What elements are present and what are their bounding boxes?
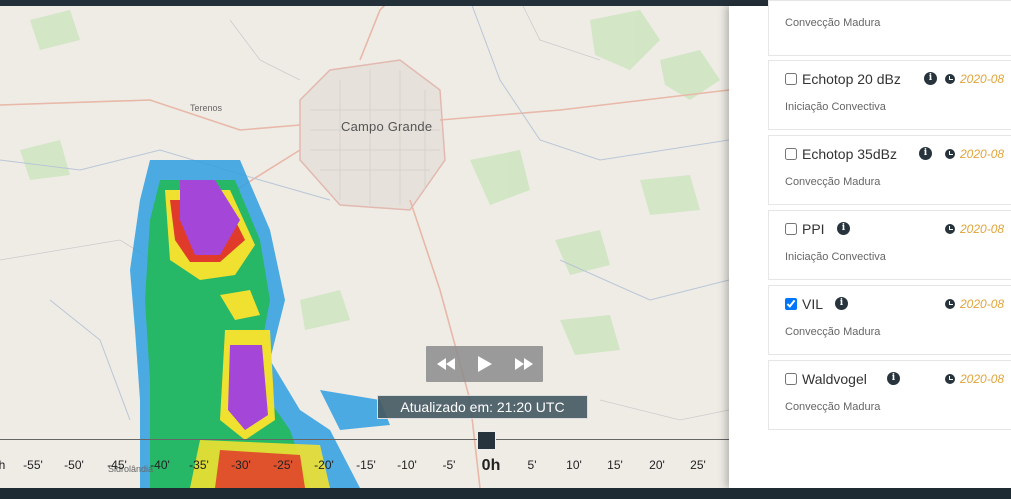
timeline-tick[interactable]: -5' [443, 458, 456, 472]
timeline-tick[interactable]: -50' [64, 458, 84, 472]
timeline-tick[interactable]: 15' [607, 458, 623, 472]
timeline-tick[interactable]: -15' [356, 458, 376, 472]
layer-date: 2020-08 [960, 372, 1005, 386]
timeline-tick[interactable]: 10' [566, 458, 582, 472]
layer-name: Echotop 35dBz [802, 146, 897, 162]
info-icon[interactable]: i [924, 72, 937, 85]
fast-forward-icon[interactable] [511, 353, 537, 375]
layer-date: 2020-08 [960, 72, 1005, 86]
play-icon[interactable] [472, 353, 498, 375]
timeline-tick[interactable]: -30' [231, 458, 251, 472]
timeline-tick[interactable]: -40' [150, 458, 170, 472]
info-icon[interactable]: i [887, 372, 900, 385]
layer-name: Waldvogel [802, 371, 867, 387]
layer-subtitle: Convecção Madura [785, 176, 881, 188]
timeline-tick[interactable]: -45' [107, 458, 127, 472]
timeline-tick[interactable]: -35' [189, 458, 209, 472]
layer-name: Echotop 20 dBz [802, 71, 901, 87]
layer-subtitle: Convecção Madura [785, 401, 881, 413]
layer-date: 2020-08 [960, 147, 1005, 161]
clock-icon [945, 74, 955, 84]
rewind-icon[interactable] [433, 353, 459, 375]
layers-panel: Convecção Madura Echotop 20 dBz i 2020-0… [729, 0, 1011, 488]
layer-checkbox[interactable] [785, 298, 797, 310]
bottom-bar [0, 488, 1011, 499]
layer-checkbox[interactable] [785, 148, 797, 160]
timeline-tick[interactable]: -10' [397, 458, 417, 472]
timeline-tick[interactable]: -55' [23, 458, 43, 472]
layer-card-ppi: PPI i 2020-08 Iniciação Convectiva [768, 210, 1011, 280]
timeline-tick[interactable]: 20' [649, 458, 665, 472]
map-basemap [0, 0, 729, 488]
timeline-tick[interactable]: h [0, 458, 5, 472]
layer-date: 2020-08 [960, 297, 1005, 311]
layer-checkbox[interactable] [785, 373, 797, 385]
radar-map[interactable]: Campo Grande Terenos Sidrolândia [0, 0, 729, 488]
timeline-tick[interactable]: -25' [273, 458, 293, 472]
update-status: Atualizado em: 21:20 UTC [377, 395, 588, 419]
town-label: Terenos [190, 103, 223, 113]
clock-icon [945, 224, 955, 234]
timeline-tick[interactable]: 5' [528, 458, 537, 472]
clock-icon [945, 374, 955, 384]
layer-checkbox[interactable] [785, 223, 797, 235]
timeline-handle[interactable] [477, 431, 496, 450]
timeline-track[interactable] [0, 435, 729, 443]
layer-card-echotop-20: Echotop 20 dBz i 2020-08 Iniciação Conve… [768, 60, 1011, 130]
layer-subtitle: Convecção Madura [785, 17, 881, 29]
timeline-tick[interactable]: 25' [690, 458, 706, 472]
info-icon[interactable]: i [837, 222, 850, 235]
layer-subtitle: Iniciação Convectiva [785, 251, 886, 263]
layer-card-waldvogel: Waldvogel i 2020-08 Convecção Madura [768, 360, 1011, 430]
playback-controls [426, 346, 543, 382]
layer-subtitle: Iniciação Convectiva [785, 101, 886, 113]
layer-card-echotop-35: Echotop 35dBz i 2020-08 Convecção Madura [768, 135, 1011, 205]
layer-subtitle: Convecção Madura [785, 326, 881, 338]
timeline-tick[interactable]: 0h [482, 457, 501, 475]
layer-card: Convecção Madura [768, 0, 1011, 56]
layer-checkbox[interactable] [785, 73, 797, 85]
timeline-line [0, 439, 729, 440]
clock-icon [945, 299, 955, 309]
layer-name: VIL [802, 296, 824, 312]
info-icon[interactable]: i [919, 147, 932, 160]
layer-date: 2020-08 [960, 222, 1005, 236]
timeline-tick[interactable]: -20' [314, 458, 334, 472]
city-label: Campo Grande [341, 119, 433, 134]
info-icon[interactable]: i [835, 297, 848, 310]
clock-icon [945, 149, 955, 159]
layer-card-vil: VIL i 2020-08 Convecção Madura [768, 285, 1011, 355]
layer-name: PPI [802, 221, 825, 237]
